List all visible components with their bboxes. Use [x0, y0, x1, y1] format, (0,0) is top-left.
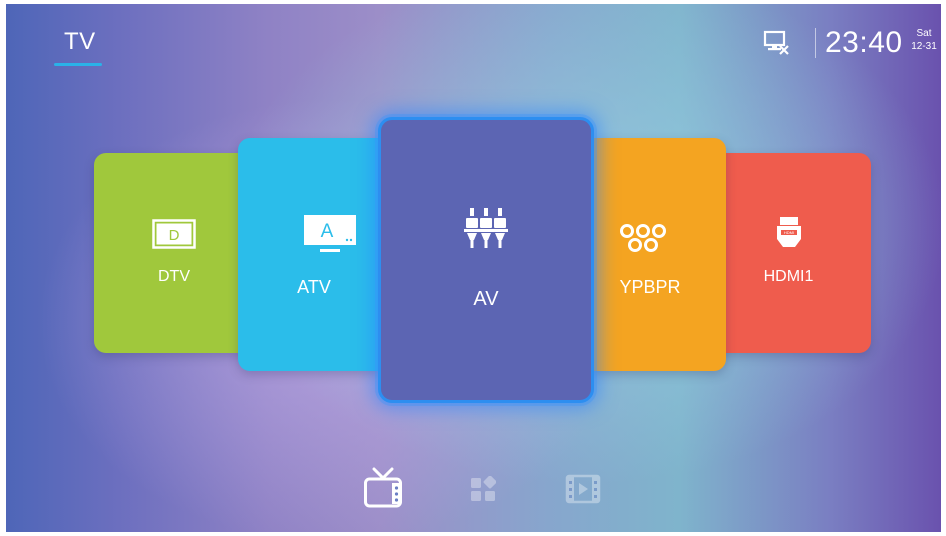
atv-icon: A	[304, 215, 356, 252]
source-label-hdmi1: HDMI1	[763, 268, 814, 285]
day-of-week: Sat	[916, 28, 932, 39]
screen-cast-off-icon	[763, 30, 789, 55]
tab-underline	[54, 63, 102, 66]
source-card-hdmi1[interactable]: HDMI HDMI1	[706, 153, 871, 353]
dtv-icon: D	[152, 219, 196, 249]
source-card-dtv[interactable]: D DTV	[94, 153, 254, 353]
source-label-dtv: DTV	[158, 268, 190, 285]
dtv-icon-letter: D	[169, 227, 180, 244]
source-label-atv: ATV	[297, 277, 331, 297]
component-ports-icon	[620, 224, 666, 252]
media-player-icon[interactable]	[565, 474, 601, 504]
tv-icon[interactable]	[363, 467, 403, 509]
apps-icon[interactable]	[470, 476, 496, 502]
tv-source-screen: TV 23:40 Sat 12-31 D DTV A ATV AV YPBPR …	[6, 4, 941, 532]
atv-icon-letter: A	[321, 221, 334, 242]
clock: 23:40	[825, 26, 903, 59]
tab-tv[interactable]: TV	[64, 28, 96, 56]
source-label-ypbpr: YPBPR	[619, 277, 681, 297]
date: 12-31	[911, 41, 937, 52]
source-card-atv[interactable]: A ATV	[238, 138, 390, 371]
hdmi-connector-icon: HDMI	[777, 217, 801, 247]
source-label-av: AV	[473, 288, 499, 310]
source-card-ypbpr[interactable]: YPBPR	[574, 138, 726, 371]
header-divider	[815, 28, 816, 58]
hdmi-icon-text: HDMI	[784, 230, 794, 235]
av-connector-icon	[464, 208, 508, 248]
source-card-av[interactable]: AV	[378, 117, 594, 403]
